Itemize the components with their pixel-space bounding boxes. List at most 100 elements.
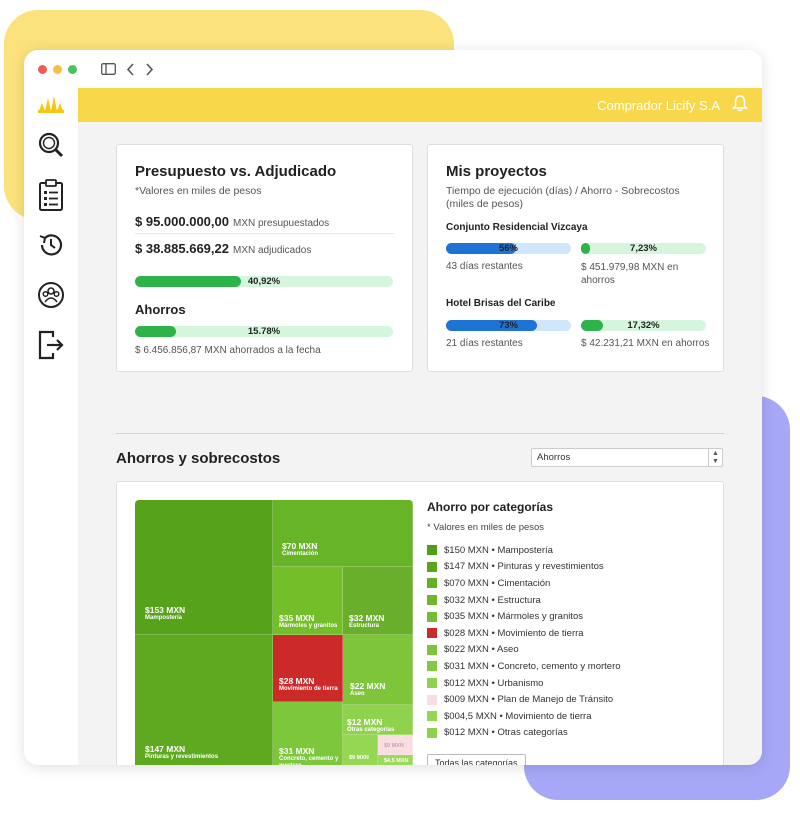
treemap-tile-small-pink[interactable]: $9 MXN <box>378 735 413 755</box>
legend-label: $028 MXN • Movimiento de tierra <box>444 627 584 639</box>
tile-name: Mármoles y granitos <box>279 623 338 629</box>
awarded-progress: 40,92% <box>135 276 393 287</box>
legend-item[interactable]: $012 MXN • Urbanismo <box>427 675 621 692</box>
savings-title: Ahorros <box>135 302 186 317</box>
tile-value: $70 MXN <box>282 541 318 551</box>
budgeted-amount: $ 95.000.000,00 <box>135 214 229 229</box>
legend-item[interactable]: $070 MXN • Cimentación <box>427 575 621 592</box>
budgeted-label: MXN presupuestados <box>232 218 330 229</box>
treemap-tile-concreto[interactable]: $31 MXN Concreto, cemento y mortero <box>273 702 343 765</box>
treemap-tile-pinturas[interactable]: $147 MXN Pinturas y revestimientos <box>135 635 273 765</box>
tile-value: $31 MXN <box>279 746 315 756</box>
savings-treemap: $153 MXN Mampostería $147 MXN Pinturas y… <box>135 500 413 765</box>
tile-value: $32 MXN <box>349 613 385 623</box>
section-divider <box>116 433 724 434</box>
company-name[interactable]: Comprador Licify S.A <box>597 98 720 113</box>
back-icon[interactable] <box>126 62 135 76</box>
treemap-tile-movimiento-tierra[interactable]: $28 MXN Movimiento de tierra <box>273 635 343 702</box>
legend-item[interactable]: $022 MXN • Aseo <box>427 642 621 659</box>
legend-label: $035 MXN • Mármoles y granitos <box>444 611 584 623</box>
project-name[interactable]: Conjunto Residencial Vizcaya <box>446 222 588 233</box>
sidebar-toggle-icon[interactable] <box>101 63 116 75</box>
awarded-row: $ 38.885.669,22 MXN adjudicados <box>135 241 311 256</box>
tile-value: $35 MXN <box>279 613 315 623</box>
project-saving-text: $ 42.231,21 MXN en ahorros <box>581 338 710 349</box>
project-time-progress: 73% <box>446 320 571 331</box>
legend-swatch <box>427 694 437 705</box>
legend-swatch <box>427 711 437 722</box>
tile-name: Estructura <box>349 623 380 629</box>
logout-icon[interactable] <box>24 320 78 370</box>
legend-label: $012 MXN • Otras categorías <box>444 727 568 739</box>
tile-value: $12 MXN <box>347 717 383 727</box>
budgeted-row: $ 95.000.000,00 MXN presupuestados <box>135 214 329 229</box>
legend-item[interactable]: $012 MXN • Otras categorías <box>427 725 621 742</box>
treemap-tile-aseo[interactable]: $22 MXN Aseo <box>343 635 413 705</box>
minimize-dot[interactable] <box>53 64 62 74</box>
treemap-tile-estructura[interactable]: $32 MXN Estructura <box>343 567 413 635</box>
budget-card: Presupuesto vs. Adjudicado *Valores en m… <box>116 144 413 372</box>
tile-name: Movimiento de tierra <box>279 686 338 692</box>
treemap-tile-small-a[interactable]: $9 MXN <box>343 735 378 765</box>
legend-list: $150 MXN • Mampostería $147 MXN • Pintura… <box>427 542 621 741</box>
budget-title: Presupuesto vs. Adjudicado <box>135 163 337 180</box>
treemap-tile-otras[interactable]: $12 MXN Otras categorías <box>343 705 413 735</box>
forward-icon[interactable] <box>145 62 154 76</box>
projects-card: Mis proyectos Tiempo de ejecución (días)… <box>427 144 724 372</box>
project-saving-text: $ 451.979,98 MXN en ahorros <box>581 262 679 286</box>
legend-item[interactable]: $035 MXN • Mármoles y granitos <box>427 608 621 625</box>
all-categories-button[interactable]: Todas las categorías <box>427 754 526 765</box>
treemap-tile-small-b[interactable]: $4,5 MXN <box>378 755 413 765</box>
legend-swatch <box>427 545 437 556</box>
select-arrows-icon: ▲ ▼ <box>708 449 722 466</box>
tile-name: Otras categorías <box>347 727 395 733</box>
legend-item[interactable]: $028 MXN • Movimiento de tierra <box>427 625 621 642</box>
tile-value: $147 MXN <box>145 744 186 754</box>
treemap-tile-cimentacion[interactable]: $70 MXN Cimentación <box>273 500 413 567</box>
maximize-dot[interactable] <box>68 64 77 74</box>
project-saving-progress: 17,32% <box>581 320 706 331</box>
savings-text: $ 6.456.856,87 MXN ahorrados a la fecha <box>135 345 321 356</box>
top-bar: Comprador Licify S.A <box>78 88 762 122</box>
treemap-tile-marmoles[interactable]: $35 MXN Mármoles y granitos <box>273 567 343 635</box>
legend-item[interactable]: $032 MXN • Estructura <box>427 592 621 609</box>
project-days: 21 días restantes <box>446 338 523 349</box>
history-icon[interactable] <box>24 220 78 270</box>
tile-value: $9 MXN <box>384 743 404 749</box>
search-icon[interactable] <box>24 120 78 170</box>
treemap-tile-mamposteria[interactable]: $153 MXN Mampostería <box>135 500 273 635</box>
window-titlebar <box>24 50 762 88</box>
legend-item[interactable]: $031 MXN • Concreto, cemento y mortero <box>427 658 621 675</box>
project-days: 43 días restantes <box>446 261 523 272</box>
close-dot[interactable] <box>38 64 47 74</box>
tile-name: Concreto, cemento y mortero <box>279 756 339 765</box>
legend-label: $147 MXN • Pinturas y revestimientos <box>444 561 604 573</box>
savings-progress: 15.78% <box>135 326 393 337</box>
legend-item[interactable]: $150 MXN • Mampostería <box>427 542 621 559</box>
budget-note: *Valores en miles de pesos <box>135 185 262 197</box>
clipboard-list-icon[interactable] <box>24 170 78 220</box>
legend-swatch <box>427 661 437 672</box>
bell-icon[interactable] <box>731 94 749 117</box>
legend-label: $012 MXN • Urbanismo <box>444 677 544 689</box>
legend-swatch <box>427 578 437 589</box>
legend-swatch <box>427 611 437 622</box>
legend-label: $070 MXN • Cimentación <box>444 577 551 589</box>
tile-name: Cimentación <box>282 551 319 557</box>
legend-label: $150 MXN • Mampostería <box>444 544 553 556</box>
legend-item[interactable]: $009 MXN • Plan de Manejo de Tránsito <box>427 691 621 708</box>
savings-type-select[interactable]: Ahorros ▲ ▼ <box>531 448 723 467</box>
tile-value: $22 MXN <box>350 681 386 691</box>
licify-logo-icon[interactable] <box>24 88 78 120</box>
legend-swatch <box>427 644 437 655</box>
tile-name: Pinturas y revestimientos <box>145 754 219 760</box>
legend-item[interactable]: $004,5 MXN • Movimiento de tierra <box>427 708 621 725</box>
project-name[interactable]: Hotel Brisas del Caribe <box>446 298 555 309</box>
project-saving-label: 7,23% <box>630 243 657 254</box>
legend-item[interactable]: $147 MXN • Pinturas y revestimientos <box>427 559 621 576</box>
project-time-label: 56% <box>498 243 518 254</box>
users-group-icon[interactable] <box>24 270 78 320</box>
sidebar <box>24 88 78 765</box>
legend-label: $032 MXN • Estructura <box>444 594 541 606</box>
tile-value: $4,5 MXN <box>384 758 409 764</box>
